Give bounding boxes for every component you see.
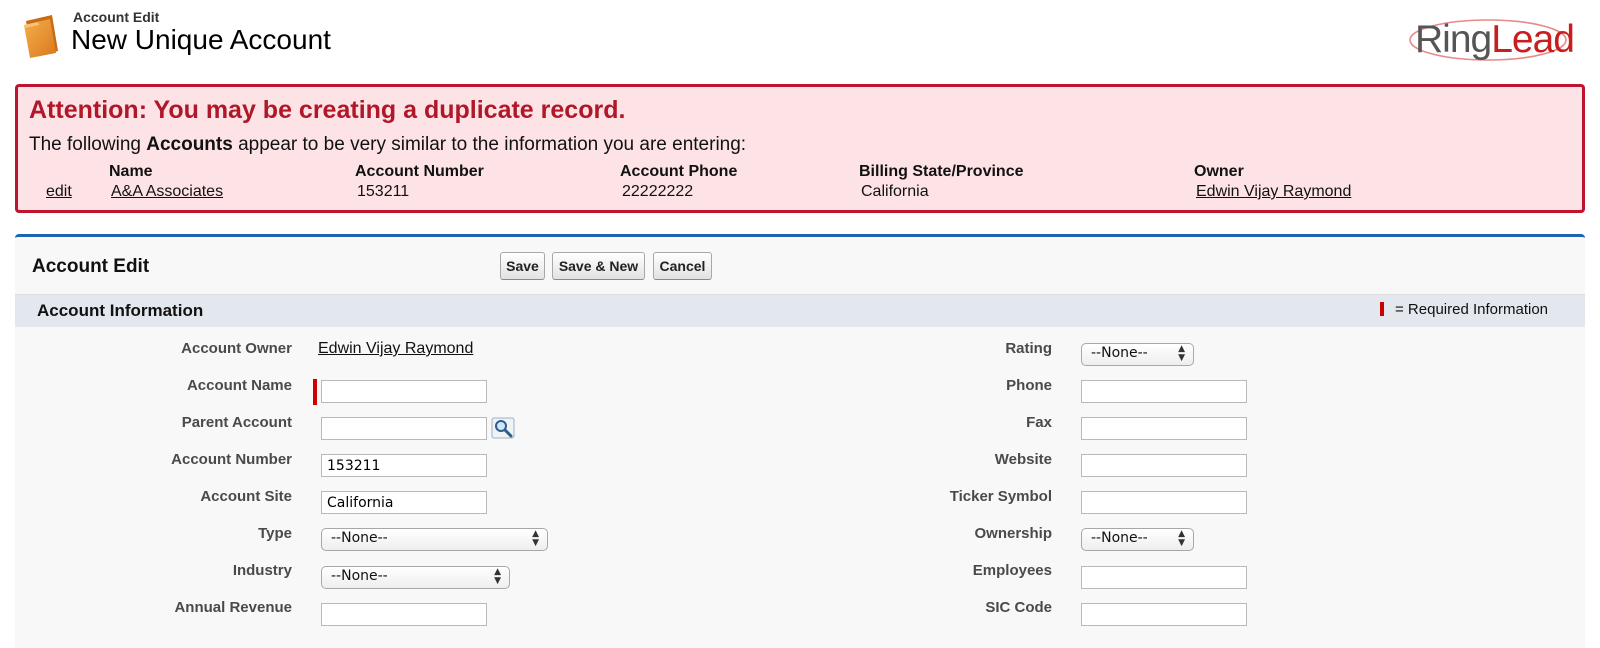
warning-message: The following Accounts appear to be very… — [29, 134, 747, 155]
page-title: New Unique Account — [71, 24, 331, 55]
select-arrows-icon: ▲ ▼ — [1178, 529, 1185, 548]
annual-revenue-input[interactable] — [321, 603, 487, 626]
website-input[interactable] — [1081, 454, 1247, 477]
warning-title: Attention: You may be creating a duplica… — [29, 96, 626, 124]
parent-account-label: Parent Account — [181, 414, 292, 431]
breadcrumb: Account Edit — [73, 9, 160, 25]
account-owner-link[interactable]: Edwin Vijay Raymond — [318, 340, 473, 358]
account-owner-label: Account Owner — [181, 340, 292, 357]
employees-input[interactable] — [1081, 566, 1247, 589]
save-button[interactable]: Save — [500, 252, 545, 280]
ringlead-logo: RingLead — [1408, 10, 1578, 66]
phone-input[interactable] — [1081, 380, 1247, 403]
ticker-symbol-label: Ticker Symbol — [949, 488, 1052, 505]
rating-select[interactable]: --None-- ▲ ▼ — [1081, 343, 1194, 366]
employees-label: Employees — [972, 562, 1052, 579]
col-name-header: Name — [109, 163, 153, 180]
lookup-icon[interactable] — [491, 417, 515, 439]
save-and-new-button[interactable]: Save & New — [552, 252, 645, 280]
phone-label: Phone — [1006, 377, 1052, 394]
website-label: Website — [994, 451, 1052, 468]
type-label: Type — [258, 525, 292, 542]
section-header — [15, 295, 1585, 327]
sic-code-input[interactable] — [1081, 603, 1247, 626]
account-number-input[interactable] — [321, 454, 487, 477]
duplicate-owner-link[interactable]: Edwin Vijay Raymond — [1196, 183, 1351, 201]
duplicate-account-number: 153211 — [357, 183, 410, 200]
account-name-label: Account Name — [186, 377, 292, 394]
col-account-phone-header: Account Phone — [620, 163, 738, 180]
duplicate-warning: Attention: You may be creating a duplica… — [15, 84, 1585, 213]
col-account-number-header: Account Number — [355, 163, 484, 180]
folder-icon — [20, 13, 64, 59]
select-arrows-icon: ▲ ▼ — [494, 567, 501, 586]
duplicate-name-link[interactable]: A&A Associates — [111, 183, 223, 201]
ticker-symbol-input[interactable] — [1081, 491, 1247, 514]
fax-input[interactable] — [1081, 417, 1247, 440]
required-indicator — [1380, 302, 1384, 316]
duplicate-account-phone: 22222222 — [622, 183, 694, 200]
account-site-input[interactable] — [321, 491, 487, 514]
panel-title: Account Edit — [32, 256, 150, 277]
annual-revenue-label: Annual Revenue — [174, 599, 292, 616]
parent-account-input[interactable] — [321, 417, 487, 440]
duplicate-billing-state: California — [861, 183, 929, 200]
cancel-button[interactable]: Cancel — [653, 252, 712, 280]
col-billing-state-header: Billing State/Province — [859, 163, 1024, 180]
fax-label: Fax — [1026, 414, 1052, 431]
required-marker — [313, 379, 317, 405]
industry-label: Industry — [232, 562, 292, 579]
required-legend: = Required Information — [1395, 301, 1549, 318]
select-arrows-icon: ▲ ▼ — [1178, 344, 1185, 363]
ownership-select[interactable]: --None-- ▲ ▼ — [1081, 528, 1194, 551]
select-arrows-icon: ▲ ▼ — [532, 529, 539, 548]
duplicate-edit-link[interactable]: edit — [46, 183, 72, 201]
account-site-label: Account Site — [200, 488, 292, 505]
rating-label: Rating — [1005, 340, 1052, 357]
section-title: Account Information — [37, 301, 204, 320]
account-name-input[interactable] — [321, 380, 487, 403]
ownership-label: Ownership — [974, 525, 1052, 542]
col-owner-header: Owner — [1194, 163, 1244, 180]
type-select[interactable]: --None-- ▲ ▼ — [321, 528, 548, 551]
sic-code-label: SIC Code — [985, 599, 1052, 616]
industry-select[interactable]: --None-- ▲ ▼ — [321, 566, 510, 589]
account-number-label: Account Number — [171, 451, 292, 468]
